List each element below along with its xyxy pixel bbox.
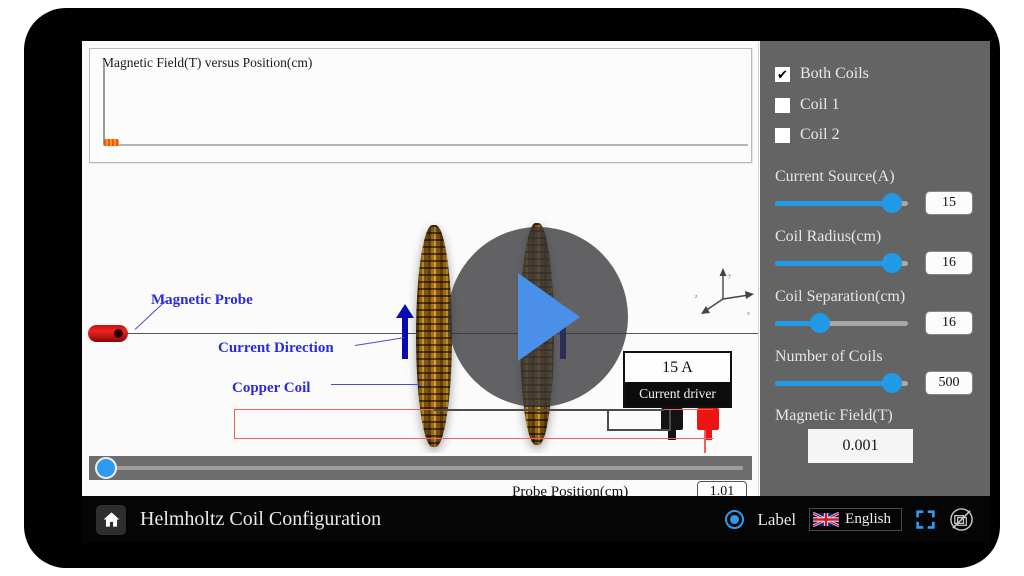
slider-current-source[interactable] — [775, 193, 908, 213]
checkbox-coil-2-label: Coil 2 — [800, 126, 840, 143]
slider-coil-radius-fill — [775, 261, 893, 266]
wire-gray-segment-1 — [434, 409, 664, 411]
label-coil-radius: Coil Radius(cm) — [775, 228, 882, 245]
wire-red — [234, 409, 714, 439]
wire-gray-segment-3 — [607, 429, 671, 431]
label-magnetic-field: Magnetic Field(T) — [775, 407, 893, 424]
checkbox-coil-2[interactable]: Coil 2 — [775, 126, 840, 144]
probe-position-track — [103, 466, 743, 470]
value-current-source[interactable]: 15 — [925, 191, 973, 215]
leader-line-copper — [331, 384, 421, 385]
value-number-of-coils[interactable]: 500 — [925, 371, 973, 395]
probe-position-thumb[interactable] — [95, 457, 117, 479]
value-coil-radius[interactable]: 16 — [925, 251, 973, 275]
checkbox-coil-2-box[interactable] — [775, 127, 790, 143]
slider-number-of-coils-fill — [775, 381, 893, 386]
graph-data-marker — [104, 139, 119, 146]
home-button[interactable] — [96, 504, 126, 535]
label-coil-separation: Coil Separation(cm) — [775, 288, 906, 305]
value-magnetic-field: 0.001 — [808, 429, 913, 463]
language-label: English — [845, 511, 891, 527]
home-icon — [103, 512, 119, 527]
annotation-current-direction: Current Direction — [218, 340, 334, 356]
label-toggle-radio[interactable] — [725, 510, 745, 529]
play-triangle-icon — [518, 273, 580, 361]
current-driver-value: 15 A — [625, 353, 730, 382]
svg-text:x: x — [747, 311, 750, 317]
control-panel: ✔ Both Coils Coil 1 Coil 2 Current Sourc… — [760, 41, 990, 496]
graph-title: Magnetic Field(T) versus Position(cm) — [102, 55, 313, 70]
slider-coil-separation[interactable] — [775, 313, 908, 333]
annotation-copper-coil: Copper Coil — [232, 380, 311, 396]
slider-number-of-coils-thumb[interactable] — [882, 373, 903, 393]
checkbox-coil-1[interactable]: Coil 1 — [775, 96, 840, 114]
no-screen-record-icon[interactable] — [949, 507, 974, 532]
language-selector[interactable]: English — [809, 508, 902, 531]
app-title: Helmholtz Coil Configuration — [140, 508, 382, 530]
label-toggle-radio-dot — [730, 515, 740, 524]
svg-text:z: z — [695, 294, 698, 300]
wire-red-segment — [704, 430, 706, 453]
probe-tip-icon — [114, 329, 123, 338]
app-screen: Magnetic Field(T) versus Position(cm) y … — [82, 41, 990, 543]
checkbox-both-coils[interactable]: ✔ Both Coils — [775, 65, 869, 83]
leader-line-current — [354, 337, 405, 346]
value-coil-separation[interactable]: 16 — [925, 311, 973, 335]
svg-text:y: y — [728, 273, 731, 279]
label-number-of-coils: Number of Coils — [775, 348, 883, 365]
graph-panel: Magnetic Field(T) versus Position(cm) — [89, 48, 752, 163]
current-driver-box: 15 A Current driver — [623, 351, 732, 408]
uk-flag-icon — [813, 512, 840, 527]
slider-coil-radius-thumb[interactable] — [882, 253, 903, 273]
bottom-bar: Helmholtz Coil Configuration Label Engli… — [82, 496, 990, 543]
label-current-source: Current Source(A) — [775, 168, 895, 185]
current-driver-label: Current driver — [625, 382, 730, 406]
graph-x-axis — [103, 144, 748, 146]
checkbox-both-coils-label: Both Coils — [800, 65, 869, 82]
slider-coil-separation-thumb[interactable] — [810, 313, 831, 333]
wire-gray-segment-2 — [607, 409, 609, 431]
simulation-stage: Magnetic Field(T) versus Position(cm) y … — [82, 41, 759, 503]
slider-current-source-thumb[interactable] — [882, 193, 903, 213]
checkbox-coil-1-box[interactable] — [775, 97, 790, 113]
play-button[interactable] — [448, 227, 628, 407]
tablet-bezel: Magnetic Field(T) versus Position(cm) y … — [24, 8, 1000, 568]
label-toggle-text[interactable]: Label — [757, 510, 796, 530]
checkbox-both-coils-box[interactable]: ✔ — [775, 66, 790, 82]
probe-position-slider[interactable] — [89, 456, 752, 480]
coil-scene: y x z 15 A Current driver Magnetic Probe… — [83, 165, 758, 453]
slider-number-of-coils[interactable] — [775, 373, 908, 393]
axis-triad-icon: y x z — [695, 268, 754, 317]
wire-gray-segment-4 — [669, 410, 671, 430]
checkbox-coil-1-label: Coil 1 — [800, 96, 840, 113]
graph-y-axis — [103, 63, 105, 145]
slider-coil-radius[interactable] — [775, 253, 908, 273]
bottom-bar-controls: Label English — [725, 507, 974, 532]
fullscreen-icon[interactable] — [915, 509, 936, 530]
slider-current-source-fill — [775, 201, 893, 206]
